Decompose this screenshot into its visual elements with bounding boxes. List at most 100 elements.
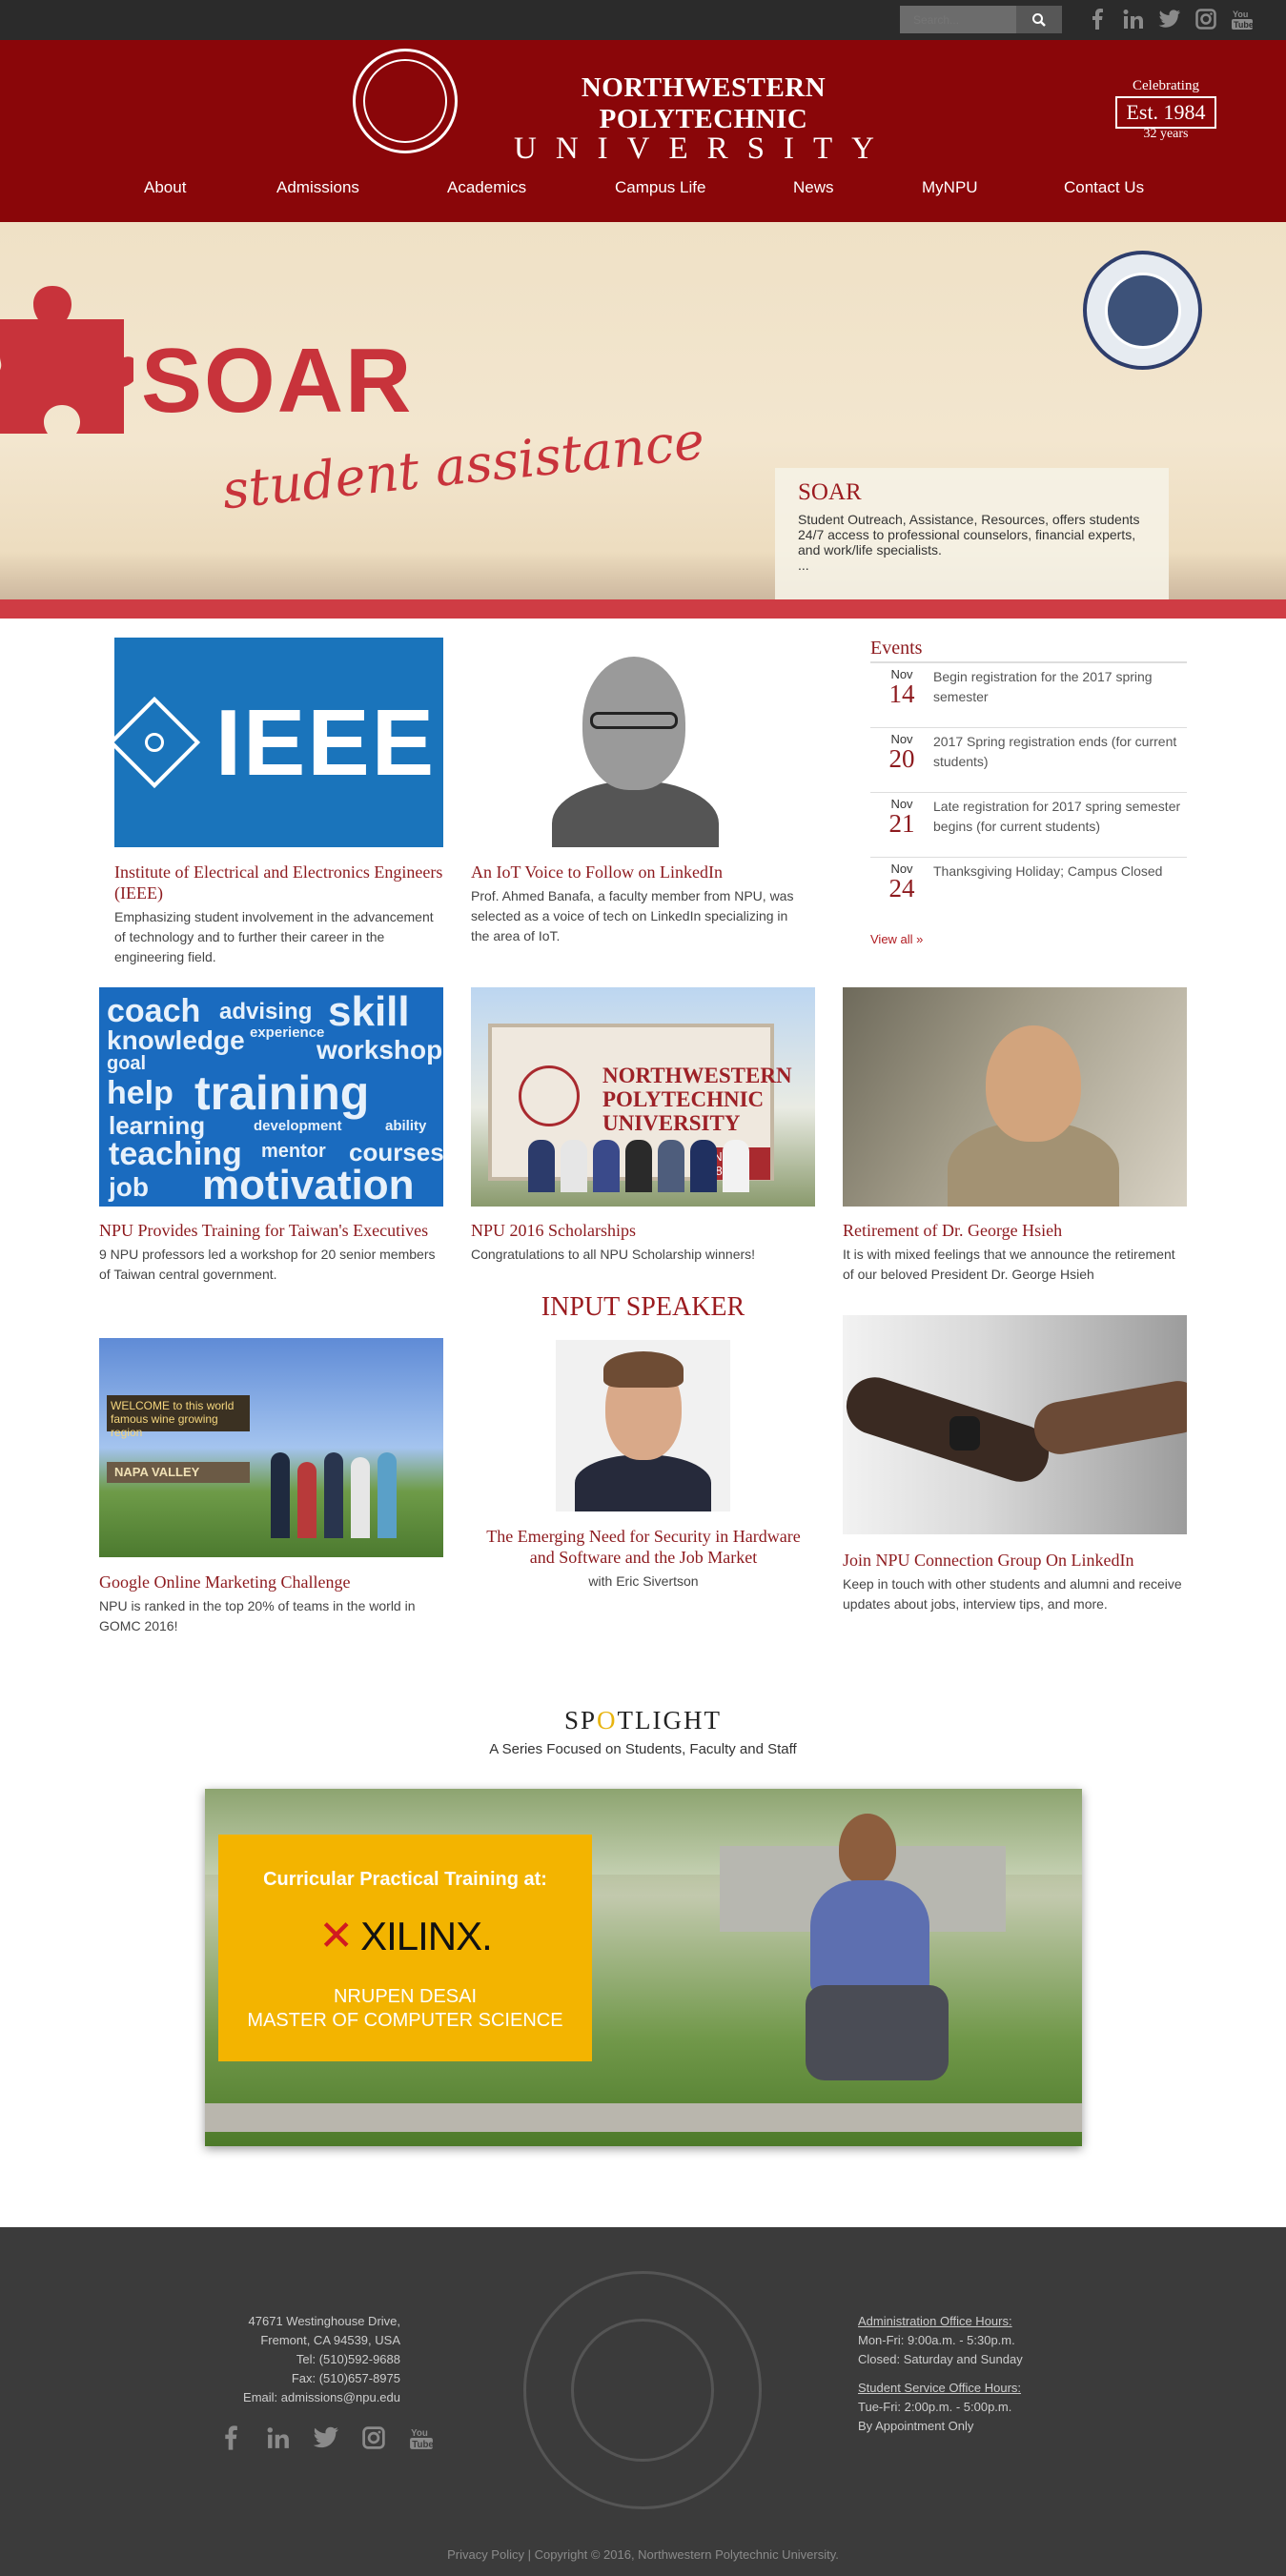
xilinx-mark-icon: ✕ [318,1913,354,1959]
university-name[interactable]: NORTHWESTERN POLYTECHNIC UNIVERSITY [477,72,930,167]
footer-address: 47671 Westinghouse Drive, Fremont, CA 94… [219,2312,400,2407]
twitter-icon[interactable] [313,2424,339,2451]
nav-contact-us[interactable]: Contact Us [1064,178,1144,197]
spotlight-card-name: NRUPEN DESAI [333,1986,478,2007]
address-line: Fremont, CA 94539, USA [260,2333,400,2347]
xilinx-logo-text: XILINX. [360,1913,493,1958]
ieee-image-text: IEEE [214,689,437,795]
cloud-word: advising [219,999,313,1024]
admin-hours-line: Closed: Saturday and Sunday [858,2352,1023,2366]
search-button[interactable] [1016,6,1062,33]
nav-admissions[interactable]: Admissions [276,178,359,197]
watch-icon [949,1416,980,1450]
footer-seal [523,2271,762,2509]
hero-banner[interactable]: SOAR student assistance SOAR Student Out… [0,222,1286,619]
nav-academics[interactable]: Academics [447,178,526,197]
event-text: Thanksgiving Holiday; Campus Closed [933,863,1163,879]
google-title[interactable]: Google Online Marketing Challenge [99,1572,443,1592]
cloud-word: coach [107,993,201,1029]
training-title[interactable]: NPU Provides Training for Taiwan's Execu… [99,1220,443,1241]
copyright-text[interactable]: Privacy Policy | Copyright © 2016, North… [0,2547,1286,2562]
spotlight-title-end: TLIGHT [617,1706,722,1734]
email-line[interactable]: Email: admissions@npu.edu [219,2388,400,2407]
site-footer: 47671 Westinghouse Drive, Fremont, CA 94… [0,2227,1286,2576]
linkedin-group-title[interactable]: Join NPU Connection Group On LinkedIn [843,1550,1187,1571]
youtube-icon[interactable]: You Tube [1230,7,1255,31]
retirement-title[interactable]: Retirement of Dr. George Hsieh [843,1220,1187,1241]
cloud-word: development [254,1118,342,1134]
scholarship-title[interactable]: NPU 2016 Scholarships [471,1220,815,1241]
student-hours-line: Tue-Fri: 2:00p.m. - 5:00p.m. [858,2400,1012,2414]
instagram-icon[interactable] [360,2424,387,2451]
handshake-arm [1030,1376,1187,1459]
students-group [528,1140,757,1192]
main-nav: About Admissions Academics Campus Life N… [0,178,1286,197]
events-heading: Events [870,638,1187,663]
spotlight-banner[interactable]: Curricular Practical Training at: ✕ XILIN… [205,1789,1082,2146]
event-item[interactable]: Nov 21 Late registration for 2017 spring … [870,793,1187,858]
spotlight-title-o: O [597,1706,618,1734]
events-panel: Events Nov 14 Begin registration for the … [870,638,1187,946]
linkedin-icon[interactable] [1121,7,1146,31]
speaker-desc: with Eric Sivertson [588,1573,699,1589]
top-bar: YouTube [0,0,1286,40]
speaker-title[interactable]: The Emerging Need for Security in Hardwa… [486,1526,801,1568]
site-header: NORTHWESTERN POLYTECHNIC UNIVERSITY Cele… [0,40,1286,222]
hero-soar-word: SOAR [141,330,414,432]
facebook-icon[interactable] [217,2424,244,2451]
years-label: 32 years [1143,127,1189,141]
hero-card-title: SOAR [798,479,862,505]
event-item[interactable]: Nov 20 2017 Spring registration ends (for… [870,728,1187,793]
iot-portrait-image[interactable] [471,638,800,847]
student-hours-heading[interactable]: Student Service Office Hours: [858,2379,1106,2398]
instagram-icon[interactable] [1194,7,1218,31]
google-desc: NPU is ranked in the top 20% of teams in… [99,1598,416,1633]
portrait-hair [603,1351,684,1388]
university-seal[interactable] [353,49,458,153]
google-challenge-photo[interactable]: WELCOME to this world famous wine growin… [99,1338,443,1557]
speaker-photo[interactable] [556,1340,730,1511]
admin-hours-heading[interactable]: Administration Office Hours: [858,2312,1106,2331]
ieee-title[interactable]: Institute of Electrical and Electronics … [114,862,443,903]
view-all-events-link[interactable]: View all » [870,932,1187,946]
event-text: Late registration for 2017 spring semest… [933,799,1181,834]
event-item[interactable]: Nov 24 Thanksgiving Holiday; Campus Close… [870,858,1187,923]
cloud-word: mentor [261,1141,326,1162]
puzzle-piece-icon [0,286,133,434]
ieee-article: Institute of Electrical and Electronics … [114,862,443,967]
linkedin-group-desc: Keep in touch with other students and al… [843,1576,1182,1612]
nav-mynpu[interactable]: MyNPU [922,178,978,197]
spotlight-title: SPOTLIGHT [0,1706,1286,1735]
footer-social-links: You Tube [217,2424,435,2451]
youtube-icon[interactable]: You Tube [408,2424,435,2451]
linkedin-group-photo[interactable] [843,1315,1187,1534]
search-input[interactable] [900,6,1016,33]
portrait-body [552,781,719,847]
spotlight-subtitle: A Series Focused on Students, Faculty an… [489,1741,797,1757]
nav-campus-life[interactable]: Campus Life [615,178,705,197]
cloud-word: goal [107,1053,147,1074]
training-desc: 9 NPU professors led a workshop for 20 s… [99,1247,436,1282]
scholarship-photo[interactable]: NORTHWESTERN POLYTECHNIC UNIVERSITY SINC… [471,987,815,1207]
established-label: Est. 1984 [1115,96,1216,129]
ieee-image[interactable]: IEEE [114,638,443,847]
linkedin-icon[interactable] [265,2424,292,2451]
svg-text:You: You [411,2428,428,2439]
cloud-word: learning [109,1111,206,1140]
nav-about[interactable]: About [144,178,186,197]
hero-seal [1083,251,1202,370]
input-speaker-heading: INPUT SPEAKER [541,1292,745,1322]
hero-caption-card[interactable]: SOAR Student Outreach, Assistance, Resou… [775,468,1169,599]
training-wordcloud-image[interactable]: coach advising skill knowledge experienc… [99,987,443,1207]
retirement-photo[interactable] [843,987,1187,1207]
cloud-word: job [109,1172,149,1202]
cloud-word: motivation [202,1162,415,1207]
iot-title[interactable]: An IoT Voice to Follow on LinkedIn [471,862,800,882]
twitter-icon[interactable] [1157,7,1182,31]
cloud-word: training [194,1066,370,1120]
facebook-icon[interactable] [1085,7,1110,31]
established-badge: Celebrating Est. 1984 32 years [1096,78,1235,142]
cloud-word: ability [385,1118,427,1134]
nav-news[interactable]: News [793,178,834,197]
event-item[interactable]: Nov 14 Begin registration for the 2017 sp… [870,663,1187,728]
